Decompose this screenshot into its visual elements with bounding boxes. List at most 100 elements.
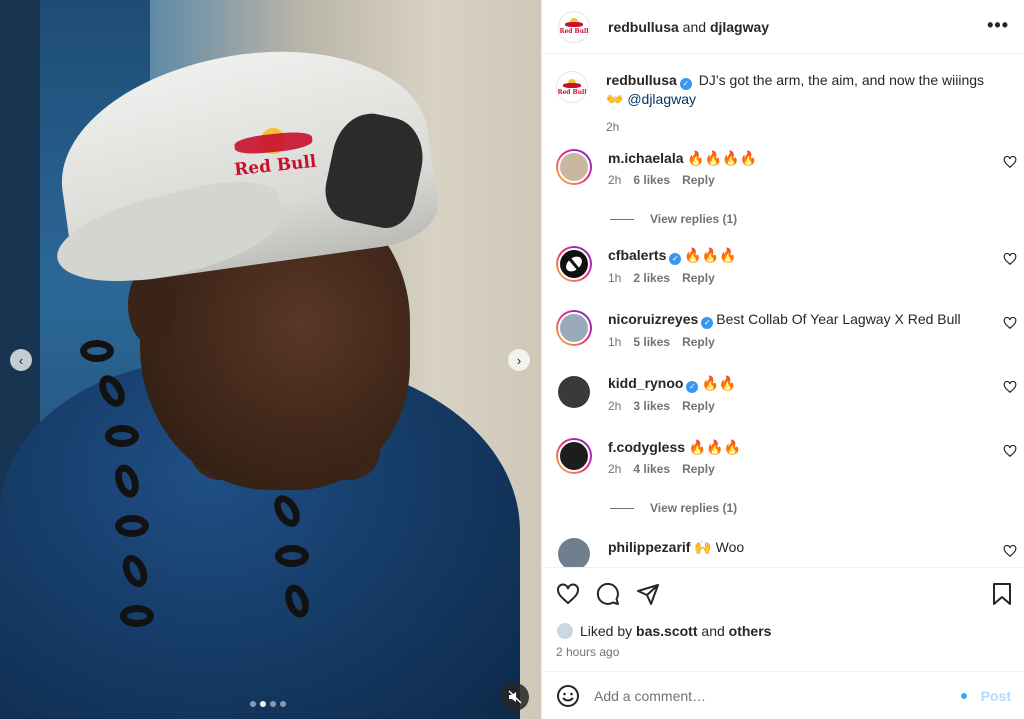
caption: Red Bull redbullusa ✓ DJ’s got the arm, t… xyxy=(556,71,1011,134)
comment-username-link[interactable]: kidd_rynoo xyxy=(608,375,683,391)
liked-by: Liked by bas.scott and others xyxy=(556,622,771,640)
comment-avatar[interactable] xyxy=(558,151,590,183)
caption-meta: 2h xyxy=(606,120,1011,134)
carousel-dot xyxy=(270,701,276,707)
post-side-panel: Red Bull redbullusa and djlagway ••• Red… xyxy=(541,0,1024,719)
reply-button[interactable]: Reply xyxy=(682,335,715,349)
author-avatar[interactable]: Red Bull xyxy=(558,10,590,43)
comment-time[interactable]: 2h xyxy=(608,462,621,476)
comment-avatar[interactable] xyxy=(558,248,590,280)
comment-text: 🔥🔥 xyxy=(701,375,737,391)
comment-time[interactable]: 1h xyxy=(608,335,621,349)
comment-avatar-ring[interactable] xyxy=(556,310,592,346)
share-icon[interactable] xyxy=(636,582,660,606)
post-timestamp[interactable]: 2 hours ago xyxy=(556,645,619,659)
comment-time[interactable]: 2h xyxy=(608,399,621,413)
comment-meta: 1h 2 likes Reply xyxy=(608,271,1011,285)
comment-meta: 2h 4 likes Reply xyxy=(608,462,1011,476)
comment-username-link[interactable]: f.codygless xyxy=(608,439,685,455)
caption-avatar[interactable]: Red Bull xyxy=(556,71,588,103)
caption-body: DJ’s got the arm, the aim, and now the w… xyxy=(698,72,985,88)
red-bull-cap-logo: Red Bull xyxy=(229,124,320,193)
comment-item: m.ichaelala 🔥🔥🔥🔥 2h 6 likes Reply xyxy=(556,149,1017,187)
comment-avatar[interactable] xyxy=(558,376,590,408)
caption-text: redbullusa ✓ DJ’s got the arm, the aim, a… xyxy=(606,71,991,108)
comment-username-link[interactable]: nicoruizreyes xyxy=(608,311,698,327)
liker-username-link[interactable]: bas.scott xyxy=(636,623,697,639)
caption-time[interactable]: 2h xyxy=(606,120,619,134)
chain-link xyxy=(80,340,114,362)
comment-time[interactable]: 1h xyxy=(608,271,621,285)
comment-avatar[interactable] xyxy=(558,440,590,472)
emoji-icon[interactable] xyxy=(556,684,580,708)
comment-likes[interactable]: 5 likes xyxy=(633,335,670,349)
comment-avatar-ring[interactable] xyxy=(556,438,592,474)
post-header: Red Bull redbullusa and djlagway ••• xyxy=(542,0,1024,54)
post-comment-button[interactable]: Post xyxy=(981,688,1011,704)
red-bull-logo-icon: Red Bull xyxy=(559,18,589,35)
verified-badge-icon: ✓ xyxy=(701,317,714,329)
like-comment-icon[interactable] xyxy=(1003,155,1017,169)
author-avatar-ring[interactable]: Red Bull xyxy=(556,8,592,45)
like-comment-icon[interactable] xyxy=(1003,380,1017,394)
chain-link xyxy=(115,515,149,537)
authors-joiner: and xyxy=(678,18,710,35)
red-bull-logo-icon: Red Bull xyxy=(557,78,587,96)
comment-avatar-ring[interactable] xyxy=(556,246,592,282)
comment-text: 🔥🔥🔥 xyxy=(684,247,737,263)
others-link[interactable]: others xyxy=(729,623,772,639)
reply-button[interactable]: Reply xyxy=(682,462,715,476)
chevron-right-icon: › xyxy=(516,352,522,368)
comment-input[interactable] xyxy=(594,687,924,704)
carousel-dot xyxy=(250,701,256,707)
next-media-button[interactable]: › xyxy=(508,349,530,371)
post-authors: redbullusa and djlagway xyxy=(608,19,769,35)
comment-item: philippezarif 🙌 Woo xyxy=(556,538,1017,567)
comment-meta: 2h 3 likes Reply xyxy=(608,399,1011,413)
heart-icon[interactable] xyxy=(556,582,580,606)
carousel-dot xyxy=(280,701,286,707)
view-replies-button[interactable]: View replies (1) xyxy=(610,501,737,515)
reply-button[interactable]: Reply xyxy=(682,399,715,413)
logo-wordmark: Red Bull xyxy=(233,151,318,181)
bookmark-icon[interactable] xyxy=(991,582,1013,606)
caption-emoji: 👐 xyxy=(606,91,624,107)
chain-link xyxy=(120,605,154,627)
comments-list[interactable]: Red Bull redbullusa ✓ DJ’s got the arm, t… xyxy=(542,55,1024,567)
comment-username-link[interactable]: m.ichaelala xyxy=(608,150,684,166)
like-comment-icon[interactable] xyxy=(1003,444,1017,458)
mention-link[interactable]: @djlagway xyxy=(627,91,696,107)
comment-likes[interactable]: 6 likes xyxy=(633,173,670,187)
liked-by-prefix: Liked by xyxy=(580,623,633,639)
previous-media-button[interactable]: ‹ xyxy=(10,349,32,371)
replies-divider xyxy=(610,218,634,220)
chevron-left-icon: ‹ xyxy=(18,352,24,368)
post-actions: Liked by bas.scott and others 2 hours ag… xyxy=(542,567,1024,671)
author-username-link[interactable]: redbullusa xyxy=(608,19,679,35)
comment-username-link[interactable]: philippezarif xyxy=(608,539,690,555)
comment-username-link[interactable]: cfbalerts xyxy=(608,247,666,263)
like-comment-icon[interactable] xyxy=(1003,544,1017,558)
reply-button[interactable]: Reply xyxy=(682,271,715,285)
comment-avatar-ring[interactable] xyxy=(556,149,592,185)
comment-likes[interactable]: 2 likes xyxy=(633,271,670,285)
carousel-dot-active xyxy=(260,701,266,707)
collaborator-username-link[interactable]: djlagway xyxy=(710,19,769,35)
comment-icon[interactable] xyxy=(596,582,620,606)
comment-likes[interactable]: 4 likes xyxy=(633,462,670,476)
mute-button[interactable] xyxy=(501,683,529,711)
comment-likes[interactable]: 3 likes xyxy=(633,399,670,413)
post-media[interactable]: Red Bull ‹ › xyxy=(0,0,541,719)
more-options-button[interactable]: ••• xyxy=(987,16,1009,34)
like-comment-icon[interactable] xyxy=(1003,316,1017,330)
reply-button[interactable]: Reply xyxy=(682,173,715,187)
view-replies-label: View replies (1) xyxy=(650,501,738,515)
comment-time[interactable]: 2h xyxy=(608,173,621,187)
like-comment-icon[interactable] xyxy=(1003,252,1017,266)
view-replies-button[interactable]: View replies (1) xyxy=(610,212,737,226)
chain-link xyxy=(275,545,309,567)
caption-username-link[interactable]: redbullusa xyxy=(606,72,677,88)
comment-avatar[interactable] xyxy=(558,538,590,567)
liker-avatar[interactable] xyxy=(556,622,574,640)
comment-avatar[interactable] xyxy=(558,312,590,344)
